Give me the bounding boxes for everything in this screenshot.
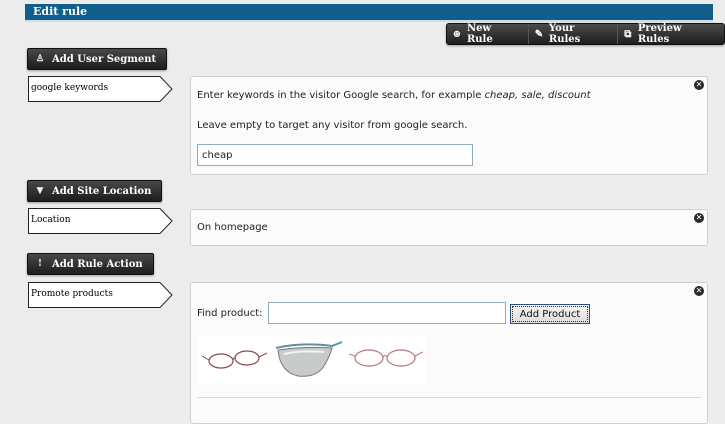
product-thumbnail-2[interactable] bbox=[272, 336, 347, 385]
add-product-button[interactable]: Add Product bbox=[510, 304, 590, 324]
action-type-label[interactable]: Promote products bbox=[28, 282, 173, 308]
divider bbox=[197, 397, 701, 398]
segment-hint: Enter keywords in the visitor Google sea… bbox=[197, 90, 591, 101]
add-site-location-label: Add Site Location bbox=[52, 185, 152, 197]
find-product-input[interactable] bbox=[268, 302, 506, 324]
new-rule-label: New Rule bbox=[466, 23, 493, 45]
exclamation-icon: ! bbox=[38, 259, 42, 269]
close-icon[interactable]: ✕ bbox=[694, 286, 704, 296]
segment-type-label[interactable]: google keywords bbox=[28, 76, 173, 102]
keywords-input[interactable] bbox=[197, 144, 473, 166]
segment-hint-example: cheap, sale, discount bbox=[484, 90, 591, 101]
pin-icon: ▼ bbox=[36, 186, 44, 196]
new-rule-button[interactable]: ⊕ New Rule bbox=[447, 23, 529, 45]
your-rules-label: Your Rules bbox=[548, 23, 581, 45]
location-type-label[interactable]: Location bbox=[28, 208, 173, 234]
product-thumbnails bbox=[197, 336, 425, 385]
close-icon[interactable]: ✕ bbox=[694, 80, 704, 90]
segment-hint-prefix: Enter keywords in the visitor Google sea… bbox=[197, 90, 485, 101]
add-rule-action-label: Add Rule Action bbox=[52, 258, 143, 270]
location-panel: ✕ On homepage bbox=[190, 209, 708, 246]
wrench-icon: ✎ bbox=[534, 28, 544, 40]
find-product-label: Find product: bbox=[197, 308, 263, 319]
product-thumbnail-1[interactable] bbox=[199, 336, 269, 385]
preview-rules-label: Preview Rules bbox=[637, 23, 682, 45]
title-bar: Edit rule bbox=[25, 4, 713, 22]
your-rules-button[interactable]: ✎ Your Rules bbox=[529, 23, 618, 45]
user-icon: ♙ bbox=[35, 54, 45, 64]
toolbar: ⊕ New Rule ✎ Your Rules ⧉ Preview Rules bbox=[446, 23, 725, 45]
add-user-segment-button[interactable]: ♙ Add User Segment bbox=[27, 48, 168, 70]
add-user-segment-label: Add User Segment bbox=[52, 53, 157, 65]
action-panel: ✕ Find product: Add Product bbox=[190, 282, 708, 424]
segment-hint-2: Leave empty to target any visitor from g… bbox=[197, 120, 468, 131]
preview-rules-button[interactable]: ⧉ Preview Rules bbox=[618, 23, 724, 45]
close-icon[interactable]: ✕ bbox=[694, 213, 704, 223]
preview-icon: ⧉ bbox=[624, 28, 632, 40]
location-type-text: Location bbox=[31, 215, 71, 225]
location-text: On homepage bbox=[197, 222, 268, 233]
add-rule-action-button[interactable]: ! Add Rule Action bbox=[27, 253, 154, 275]
page-title: Edit rule bbox=[33, 5, 88, 18]
plus-circle-icon: ⊕ bbox=[452, 28, 462, 40]
add-site-location-button[interactable]: ▼ Add Site Location bbox=[27, 180, 163, 202]
segment-panel: ✕ Enter keywords in the visitor Google s… bbox=[190, 76, 708, 175]
product-thumbnail-3[interactable] bbox=[347, 336, 425, 385]
segment-type-text: google keywords bbox=[31, 83, 109, 93]
action-type-text: Promote products bbox=[31, 289, 113, 299]
